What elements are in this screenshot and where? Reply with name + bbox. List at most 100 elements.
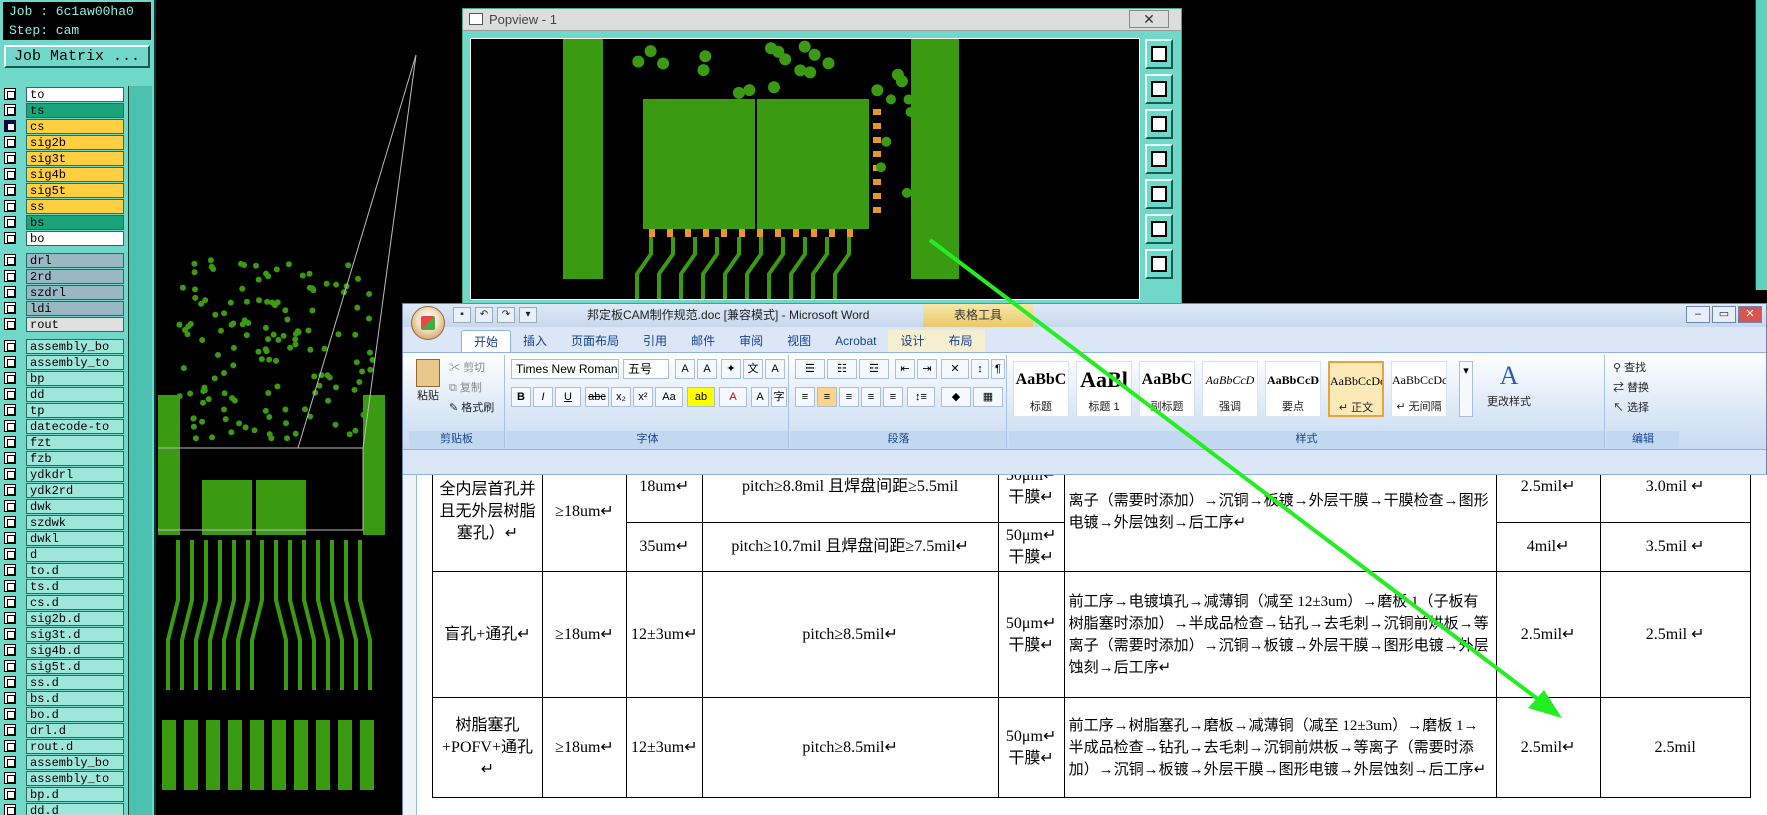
- table-cell[interactable]: 2.5mil↵: [1495, 475, 1601, 523]
- document-body[interactable]: 全内层首孔并且无外层树脂塞孔）↵ ≥18um↵ 18um↵ pitch≥8.8m…: [403, 474, 1767, 815]
- layer-row[interactable]: assembly_bo: [4, 754, 124, 770]
- tab-7[interactable]: Acrobat: [823, 330, 888, 352]
- layer-name[interactable]: ydkdrl: [26, 466, 124, 482]
- layer-name[interactable]: szdrl: [26, 284, 124, 300]
- layer-name[interactable]: fzb: [26, 450, 124, 466]
- table-cell[interactable]: 2.5mil: [1599, 697, 1751, 798]
- tab-6[interactable]: 视图: [775, 330, 823, 352]
- layer-checkbox[interactable]: [4, 120, 16, 132]
- style-item[interactable]: AaBbCcDc ↵ 正文: [1328, 361, 1384, 417]
- distributed-icon[interactable]: ≡: [883, 387, 903, 407]
- layer-name[interactable]: assembly_bo: [26, 338, 124, 354]
- layer-row[interactable]: bp: [4, 370, 124, 386]
- layer-checkbox[interactable]: [4, 270, 16, 282]
- layer-name[interactable]: d: [26, 546, 124, 562]
- layer-row[interactable]: ldi: [4, 300, 124, 316]
- table-cell[interactable]: 50μm↵干膜↵: [997, 475, 1065, 523]
- pan-down-button[interactable]: [1145, 109, 1173, 139]
- layer-checkbox[interactable]: [4, 388, 16, 400]
- table-cell[interactable]: 12±3um↵: [626, 697, 703, 798]
- layer-row[interactable]: assembly_bo: [4, 338, 124, 354]
- layer-name[interactable]: assembly_bo: [26, 754, 124, 770]
- table-cell[interactable]: 50μm↵干膜↵: [997, 697, 1065, 798]
- layer-row[interactable]: dwk: [4, 498, 124, 514]
- multilevel-list-icon[interactable]: ☲: [859, 359, 889, 379]
- superscript-icon[interactable]: x²: [633, 387, 653, 407]
- layer-row[interactable]: sig5t: [4, 182, 124, 198]
- tab-1[interactable]: 插入: [511, 330, 559, 352]
- underline-icon[interactable]: U: [555, 387, 581, 407]
- layer-name[interactable]: drl: [26, 252, 124, 268]
- table-cell[interactable]: 2.5mil↵: [1495, 571, 1601, 698]
- layer-checkbox[interactable]: [4, 200, 16, 212]
- layer-name[interactable]: sig2b: [26, 134, 124, 150]
- show-marks-icon[interactable]: ¶: [991, 359, 1005, 379]
- borders-icon[interactable]: ▦: [973, 387, 1003, 407]
- layer-checkbox[interactable]: [4, 548, 16, 560]
- tab-5[interactable]: 审阅: [727, 330, 775, 352]
- layer-list-scrollbar[interactable]: [128, 86, 152, 815]
- table-cell[interactable]: 3.5mil ↵: [1599, 522, 1751, 572]
- layer-row[interactable]: sig4b.d: [4, 642, 124, 658]
- cut-button[interactable]: ✂ 剪切: [449, 359, 485, 375]
- layer-name[interactable]: sig4b: [26, 166, 124, 182]
- layer-checkbox[interactable]: [4, 596, 16, 608]
- layer-row[interactable]: to.d: [4, 562, 124, 578]
- layer-name[interactable]: bo: [26, 230, 124, 246]
- layer-name[interactable]: ldi: [26, 300, 124, 316]
- shrink-font-icon[interactable]: A: [697, 359, 717, 379]
- layer-row[interactable]: szdwk: [4, 514, 124, 530]
- strikethrough-icon[interactable]: abc: [585, 387, 609, 407]
- layer-name[interactable]: sig5t.d: [26, 658, 124, 674]
- layer-checkbox[interactable]: [4, 644, 16, 656]
- layer-row[interactable]: assembly_to: [4, 354, 124, 370]
- layer-name[interactable]: bo.d: [26, 706, 124, 722]
- style-scroll-icon[interactable]: ▾: [1459, 361, 1473, 417]
- layer-name[interactable]: bp.d: [26, 786, 124, 802]
- layer-row[interactable]: fzb: [4, 450, 124, 466]
- layer-checkbox[interactable]: [4, 484, 16, 496]
- layer-row[interactable]: fzt: [4, 434, 124, 450]
- layer-row[interactable]: ss.d: [4, 674, 124, 690]
- change-case-icon[interactable]: Aa: [655, 387, 683, 407]
- table-cell[interactable]: ≥18um↵: [542, 697, 627, 798]
- layer-row[interactable]: cs.d: [4, 594, 124, 610]
- layer-name[interactable]: sig2b.d: [26, 610, 124, 626]
- highlight-icon[interactable]: ab: [687, 387, 715, 407]
- font-size-combo[interactable]: 五号: [623, 359, 669, 379]
- chinese-layout-icon[interactable]: ✕: [941, 359, 969, 379]
- clear-format-icon[interactable]: ✦: [721, 359, 741, 379]
- word-titlebar[interactable]: ▪ ↶ ↷ ▾ 邦定板CAM制作规范.doc [兼容模式] - Microsof…: [403, 304, 1766, 327]
- table-cell[interactable]: 前工序→电镀填孔→减薄铜（减至 12±3um）→磨板 1（子板有树脂塞时添加）→…: [1063, 571, 1497, 698]
- layer-checkbox[interactable]: [4, 724, 16, 736]
- char-shading-icon[interactable]: A: [751, 387, 769, 407]
- tab-3[interactable]: 引用: [631, 330, 679, 352]
- change-styles-button[interactable]: A 更改样式: [1479, 359, 1539, 409]
- layer-row[interactable]: sig2b.d: [4, 610, 124, 626]
- tab-2[interactable]: 页面布局: [559, 330, 631, 352]
- layer-checkbox[interactable]: [4, 804, 16, 815]
- italic-icon[interactable]: I: [533, 387, 553, 407]
- layer-row[interactable]: to: [4, 86, 124, 102]
- layer-name[interactable]: ts.d: [26, 578, 124, 594]
- layer-checkbox[interactable]: [4, 692, 16, 704]
- layer-checkbox[interactable]: [4, 356, 16, 368]
- customize-qat-icon[interactable]: ▾: [519, 307, 537, 323]
- layer-checkbox[interactable]: [4, 286, 16, 298]
- table-cell[interactable]: pitch≥8.5mil↵: [701, 697, 999, 798]
- layer-checkbox[interactable]: [4, 372, 16, 384]
- find-button[interactable]: ⚲ 查找: [1613, 359, 1646, 375]
- layer-row[interactable]: sig5t.d: [4, 658, 124, 674]
- style-item[interactable]: AaBbC 副标题: [1139, 361, 1195, 417]
- zoom-out-button[interactable]: [1145, 214, 1173, 244]
- table-cell[interactable]: ≥18um↵: [542, 475, 627, 572]
- layer-row[interactable]: sig2b: [4, 134, 124, 150]
- grow-font-icon[interactable]: A: [675, 359, 695, 379]
- shading-icon[interactable]: ◆: [941, 387, 971, 407]
- layer-checkbox[interactable]: [4, 318, 16, 330]
- layer-checkbox[interactable]: [4, 660, 16, 672]
- layer-name[interactable]: ss: [26, 198, 124, 214]
- table-cell[interactable]: pitch≥8.8mil 且焊盘间距≥5.5mil: [701, 475, 999, 523]
- layer-row[interactable]: ydkdrl: [4, 466, 124, 482]
- numbering-icon[interactable]: ☷: [827, 359, 857, 379]
